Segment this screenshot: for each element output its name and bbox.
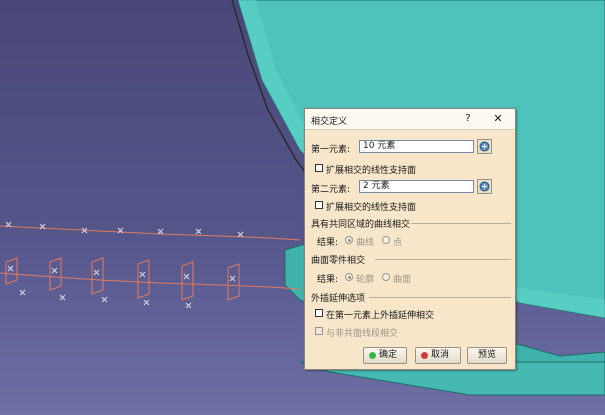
ok-dot-icon [369,352,376,359]
non-coplanar-label: 与非共面线段相交 [326,329,399,339]
curves-group-divider [411,223,511,224]
surface-option-surface-label: 曲面 [393,275,412,285]
extrapolation-group-divider [369,297,511,298]
curves-option-point-label: 点 [393,238,403,248]
curves-group-header: 具有共同区域的曲线相交 [311,220,411,230]
extend-lines-label-1: 扩展相交的线性支持面 [326,166,417,176]
second-element-label: 第二元素: [311,185,351,195]
surface-result-label: 结果: [317,275,339,285]
support-planes [5,257,240,301]
surface-radio-contour[interactable] [345,273,353,281]
curves-option-curve-label: 曲线 [356,238,375,248]
help-button[interactable]: ? [461,112,475,126]
surface-group-divider [375,259,511,260]
dialog-title: 相交定义 [311,117,348,127]
surface-group-header: 曲面零件相交 [311,256,366,266]
preview-button[interactable]: 预览 [467,347,507,364]
surface-option-contour-label: 轮廓 [356,275,375,285]
selection-icon [479,141,490,152]
cancel-dot-icon [421,352,428,359]
ok-button[interactable]: 确定 [363,347,407,364]
second-element-field[interactable]: 2 元素 [359,180,474,193]
extrapolation-group-header: 外插延伸选项 [311,294,366,304]
intersection-definition-dialog: 相交定义 ? ✕ 第一元素: 10 元素 扩展相交的线性支持面 第二元素: 2 … [304,108,516,370]
extend-lines-checkbox-2[interactable] [315,201,323,209]
extend-lines-checkbox-1[interactable] [315,164,323,172]
point-markers [5,221,244,309]
extend-lines-label-2: 扩展相交的线性支持面 [326,203,417,213]
second-element-select-button[interactable] [477,179,492,194]
extrapolate-first-checkbox[interactable] [315,309,323,317]
cancel-button[interactable]: 取消 [415,347,461,364]
non-coplanar-checkbox[interactable] [315,327,323,335]
dialog-titlebar[interactable]: 相交定义 ? ✕ [305,109,515,130]
first-element-label: 第一元素: [311,145,351,155]
curves-radio-point[interactable] [382,236,390,244]
close-button[interactable]: ✕ [491,112,505,126]
selection-icon [479,181,490,192]
intersection-curve-upper [0,225,301,241]
intersection-curve-lower [0,272,301,290]
extrapolate-first-label: 在第一元素上外插延伸相交 [326,311,435,321]
surface-radio-surface[interactable] [382,273,390,281]
first-element-select-button[interactable] [477,139,492,154]
curves-result-label: 结果: [317,238,339,248]
curves-radio-curve[interactable] [345,236,353,244]
first-element-field[interactable]: 10 元素 [359,140,474,153]
